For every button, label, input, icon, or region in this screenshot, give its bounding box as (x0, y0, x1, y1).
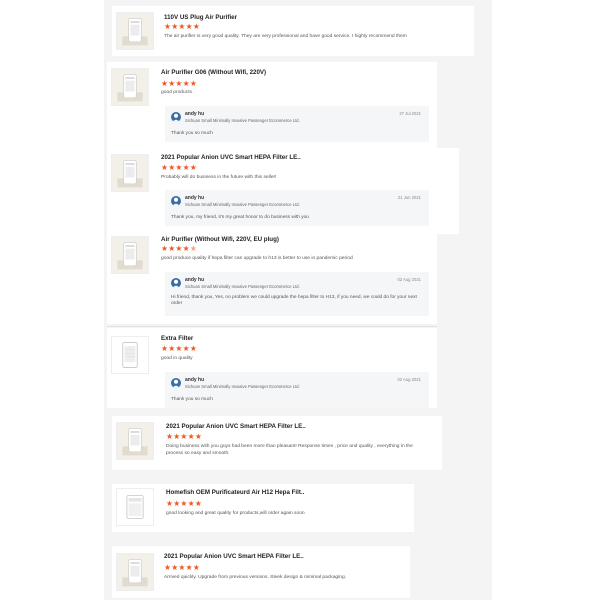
review-text: good products (161, 90, 192, 95)
rating-stars: ★★★★★ (161, 80, 197, 88)
review-text: Probably will do business in the future … (161, 175, 277, 180)
rating-stars: ★★★★★ (166, 433, 202, 441)
reply-text: Thank you so much (171, 131, 213, 136)
star-icon: ★ (178, 22, 186, 31)
reply-text: Thank you so much (171, 397, 213, 402)
reply-text: Thank you, my friend, it's my great hono… (171, 215, 309, 220)
product-thumbnail[interactable] (116, 12, 154, 50)
product-title[interactable]: Extra Filter (161, 335, 193, 342)
review-card: 110V US Plug Air Purifier ★★★★★ The air … (112, 6, 474, 56)
review-card: Air Purifier G06 (Without Wifi, 220V) ★★… (107, 62, 437, 150)
air-purifier-product-icon (117, 554, 153, 590)
product-thumbnail[interactable] (111, 336, 149, 374)
reply-date: 02 Aug 2021 (397, 277, 421, 282)
product-thumbnail[interactable] (116, 422, 154, 460)
reply-date: 21 Jun 2021 (397, 195, 421, 200)
rating-stars: ★★★★★ (164, 23, 200, 31)
star-icon: ★ (175, 244, 183, 253)
seller-avatar-icon (171, 378, 181, 388)
star-icon: ★ (187, 432, 195, 441)
reply-company: Sichuan Small Minimally Invasive Passeng… (185, 384, 300, 389)
rating-stars: ★★★★★ (161, 245, 197, 253)
star-icon: ★ (194, 432, 203, 441)
rating-stars: ★★★★★ (164, 564, 200, 572)
product-thumbnail[interactable] (111, 154, 149, 192)
reply-date: 27 Jul 2021 (399, 111, 421, 116)
review-text: Arrived quickly. Upgrade from previous v… (164, 575, 347, 580)
product-thumbnail[interactable] (111, 68, 149, 106)
star-icon: ★ (175, 163, 183, 172)
star-icon: ★ (192, 22, 201, 31)
seller-avatar-icon (171, 112, 181, 122)
star-icon: ★ (175, 344, 183, 353)
star-icon: ★ (189, 244, 198, 253)
seller-avatar-icon (171, 196, 181, 206)
reply-company: Sichuan Small Minimally Invasive Passeng… (185, 118, 300, 123)
star-icon: ★ (187, 499, 195, 508)
star-icon: ★ (192, 563, 201, 572)
air-purifier-product-icon (112, 155, 148, 191)
star-icon: ★ (182, 244, 190, 253)
rating-stars: ★★★★★ (166, 500, 202, 508)
reply-author: andy hu (185, 377, 205, 383)
rating-stars: ★★★★★ (161, 345, 197, 353)
review-text: good looking and great quality for produ… (166, 511, 305, 516)
reply-author: andy hu (185, 111, 205, 117)
review-card: 2021 Popular Anion UVC Smart HEPA Filter… (112, 416, 442, 470)
star-icon: ★ (182, 344, 190, 353)
star-icon: ★ (175, 79, 183, 88)
seller-reply: andy hu Sichuan Small Minimally Invasive… (165, 106, 429, 142)
star-icon: ★ (180, 432, 188, 441)
reply-date: 02 Aug 2021 (397, 377, 421, 382)
review-card: 2021 Popular Anion UVC Smart HEPA Filter… (107, 148, 459, 234)
review-card: 2021 Popular Anion UVC Smart HEPA Filter… (112, 546, 410, 598)
seller-avatar-icon (171, 278, 181, 288)
seller-reply: andy hu Sichuan Small Minimally Invasive… (165, 372, 429, 408)
star-icon: ★ (194, 499, 203, 508)
reply-company: Sichuan Small Minimally Invasive Passeng… (185, 202, 300, 207)
star-icon: ★ (178, 563, 186, 572)
air-purifier-product-icon (117, 13, 153, 49)
air-purifier-product-icon (117, 423, 153, 459)
star-icon: ★ (182, 79, 190, 88)
seller-reply: andy hu Sichuan Small Minimally Invasive… (165, 190, 429, 226)
product-title[interactable]: Air Purifier (Without Wifi, 220V, EU plu… (161, 236, 279, 243)
section-divider (107, 326, 437, 327)
product-thumbnail[interactable] (111, 236, 149, 274)
filter-product-icon (112, 337, 148, 373)
product-title[interactable]: Air Purifier G06 (Without Wifi, 220V) (161, 69, 266, 76)
review-text: good produce quality if hepa filter can … (161, 256, 353, 261)
filter-product-icon (117, 489, 153, 525)
review-text: good in quality (161, 356, 193, 361)
star-icon: ★ (189, 344, 198, 353)
product-title[interactable]: 110V US Plug Air Purifier (164, 14, 237, 21)
reply-author: andy hu (185, 195, 205, 201)
review-card: Air Purifier (Without Wifi, 220V, EU plu… (107, 232, 437, 324)
air-purifier-product-icon (112, 69, 148, 105)
reply-company: Sichuan Small Minimally Invasive Passeng… (185, 284, 300, 289)
review-text: The air purifier is very good quality. T… (164, 34, 407, 39)
rating-stars: ★★★★★ (161, 164, 197, 172)
product-title[interactable]: Homefish OEM Purificateurd Air H12 Hepa … (166, 489, 304, 496)
product-title[interactable]: 2021 Popular Anion UVC Smart HEPA Filter… (166, 423, 306, 430)
reply-text: Hi friend, thank you, Yes, no problem we… (171, 295, 417, 307)
star-icon: ★ (182, 163, 190, 172)
star-icon: ★ (180, 499, 188, 508)
reply-author: andy hu (185, 277, 205, 283)
star-icon: ★ (189, 79, 198, 88)
star-icon: ★ (185, 22, 193, 31)
seller-reply: andy hu Sichuan Small Minimally Invasive… (165, 272, 429, 316)
review-card: Homefish OEM Purificateurd Air H12 Hepa … (112, 484, 414, 532)
review-text: Doing business with you guys had been mo… (166, 444, 413, 456)
product-thumbnail[interactable] (116, 488, 154, 526)
review-card: Extra Filter ★★★★★ good in quality andy … (107, 328, 437, 408)
star-icon: ★ (189, 163, 198, 172)
star-icon: ★ (185, 563, 193, 572)
product-title[interactable]: 2021 Popular Anion UVC Smart HEPA Filter… (161, 154, 301, 161)
product-thumbnail[interactable] (116, 553, 154, 591)
product-title[interactable]: 2021 Popular Anion UVC Smart HEPA Filter… (164, 553, 304, 560)
air-purifier-product-icon (112, 237, 148, 273)
